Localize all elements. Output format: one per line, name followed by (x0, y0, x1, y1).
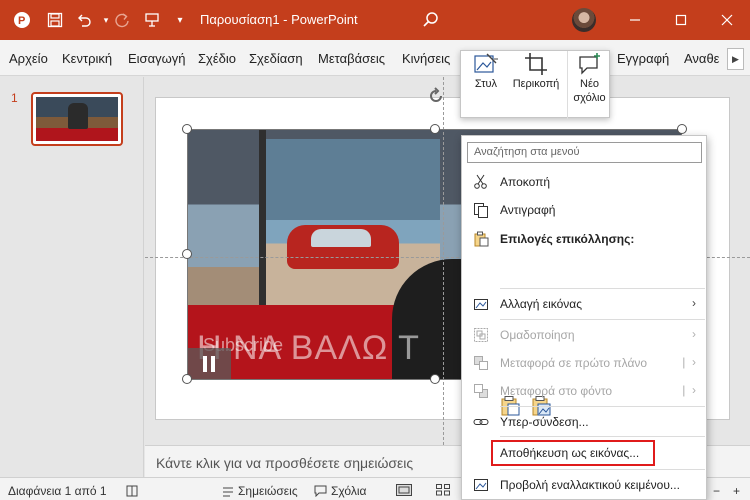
slide-info: Διαφάνεια 1 από 1 (8, 484, 107, 498)
new-comment-label-1: Νέο (580, 78, 599, 90)
paste-icon (474, 231, 489, 247)
tab-home[interactable]: Κεντρική (62, 51, 112, 66)
menu-item-alt-text-label: Προβολή εναλλακτικού κειμένου... (500, 478, 680, 492)
scissors-icon (474, 174, 487, 189)
powerpoint-logo-icon: P (8, 0, 36, 40)
redo-icon[interactable] (108, 0, 136, 40)
menu-item-bring-to-front-label: Μεταφορά σε πρώτο πλάνο (500, 356, 648, 370)
resize-handle-top-left[interactable] (182, 124, 192, 134)
style-label: Στυλ (474, 78, 498, 90)
smart-guide-vertical (443, 77, 444, 445)
group-icon (474, 328, 488, 342)
maximize-icon[interactable] (658, 0, 704, 40)
normal-view-icon[interactable] (396, 484, 412, 496)
slide-thumbnail-image (36, 97, 118, 141)
menu-item-cut[interactable]: Αποκοπή (462, 170, 706, 194)
minimize-icon[interactable] (612, 0, 658, 40)
mini-toolbar: Στυλ Περικοπή Νέο σχόλιο (460, 50, 611, 119)
menu-item-save-as-picture[interactable]: Αποθήκευση ως εικόνας... (462, 441, 706, 465)
customize-qat-icon[interactable]: ▾ (166, 0, 194, 40)
tab-animations[interactable]: Κινήσεις (402, 51, 450, 66)
window-title: Παρουσίαση1 - PowerPoint (200, 12, 358, 27)
save-icon[interactable] (41, 0, 69, 40)
chevron-right-icon: › (692, 327, 696, 341)
new-comment-icon (578, 53, 600, 75)
chevron-right-icon: | › (682, 383, 696, 397)
menu-item-copy[interactable]: Αντιγραφή (462, 198, 706, 222)
fit-slide-icon[interactable]: + (733, 484, 740, 498)
menu-item-change-picture[interactable]: Αλλαγή εικόνας › (462, 292, 706, 316)
menu-item-alt-text[interactable]: Προβολή εναλλακτικού κειμένου... (462, 473, 706, 497)
menu-item-save-as-picture-label: Αποθήκευση ως εικόνας... (500, 446, 640, 460)
slide-sorter-icon[interactable] (436, 484, 450, 496)
menu-search-input[interactable]: Αναζήτηση στα μενού (467, 142, 702, 163)
paste-options-header: Επιλογές επικόλλησης: (462, 227, 706, 251)
menu-item-group-label: Ομαδοποίηση (500, 328, 575, 342)
zoom-out-icon[interactable]: − (713, 484, 720, 498)
ribbon-tabs: Αρχείο Κεντρική Εισαγωγή Σχέδιο Σχεδίαση… (0, 40, 750, 76)
notes-placeholder[interactable]: Κάντε κλικ για να προσθέσετε σημειώσεις (156, 455, 413, 471)
title-bar: P ▾ ▾ Παρουσίαση1 - PowerPoint (0, 0, 750, 40)
menu-item-send-to-back[interactable]: Μεταφορά στο φόντο | › (462, 379, 706, 403)
send-to-back-icon (474, 384, 488, 398)
avatar[interactable] (572, 8, 596, 32)
chevron-right-icon: | › (682, 355, 696, 369)
menu-item-send-to-back-label: Μεταφορά στο φόντο (500, 384, 613, 398)
menu-item-hyperlink-label: Υπερ-σύνδεση... (500, 415, 589, 429)
menu-item-bring-to-front[interactable]: Μεταφορά σε πρώτο πλάνο | › (462, 351, 706, 375)
resize-handle-top[interactable] (430, 124, 440, 134)
tab-file[interactable]: Αρχείο (9, 51, 48, 66)
tab-draw[interactable]: Σχέδιο (198, 51, 236, 66)
chevron-right-icon: › (692, 296, 696, 310)
comments-icon (314, 485, 327, 497)
change-picture-icon (474, 299, 488, 310)
new-comment-label-2: σχόλιο (573, 92, 606, 104)
search-icon[interactable] (421, 10, 441, 30)
rotate-handle-icon[interactable] (426, 86, 446, 106)
resize-handle-bottom-left[interactable] (182, 374, 192, 384)
notes-button-label: Σημειώσεις (238, 484, 298, 498)
tab-review[interactable]: Αναθε (684, 51, 719, 66)
tab-design[interactable]: Σχεδίαση (249, 51, 303, 66)
video-pause-button[interactable] (187, 348, 231, 380)
resize-handle-bottom[interactable] (430, 374, 440, 384)
menu-item-change-picture-label: Αλλαγή εικόνας (500, 297, 583, 311)
slide-number: 1 (11, 91, 18, 105)
close-icon[interactable] (704, 0, 750, 40)
crop-button[interactable]: Περικοπή (505, 51, 567, 119)
comments-button-label: Σχόλια (331, 484, 367, 498)
menu-item-copy-label: Αντιγραφή (500, 203, 556, 217)
menu-item-group[interactable]: Ομαδοποίηση › (462, 323, 706, 347)
accessibility-icon[interactable] (125, 484, 139, 498)
tab-insert[interactable]: Εισαγωγή (128, 51, 185, 66)
picture-style-icon (474, 53, 498, 73)
context-menu: Αναζήτηση στα μενού Αποκοπή Αντιγραφή Επ… (461, 135, 707, 500)
comments-button[interactable]: Σχόλια (314, 484, 366, 498)
resize-handle-top-right[interactable] (677, 124, 687, 134)
menu-item-cut-label: Αποκοπή (500, 175, 551, 189)
bring-to-front-icon (474, 356, 488, 370)
slide-thumbnail[interactable] (31, 92, 123, 146)
paste-options-label: Επιλογές επικόλλησης: (500, 232, 635, 246)
presentation-icon[interactable] (138, 0, 166, 40)
link-icon (473, 419, 489, 425)
copy-icon (474, 203, 488, 218)
tab-record[interactable]: Εγγραφή (617, 51, 669, 66)
alt-text-icon (474, 479, 488, 491)
tabs-scroll-right-button[interactable]: ▶ (727, 48, 744, 70)
tab-transitions[interactable]: Μεταβάσεις (318, 51, 385, 66)
notes-icon (223, 487, 233, 497)
new-comment-button[interactable]: Νέο σχόλιο (567, 51, 611, 119)
svg-text:P: P (18, 15, 25, 27)
notes-button[interactable]: Σημειώσεις (222, 484, 298, 498)
crop-icon (525, 53, 547, 75)
style-button[interactable]: Στυλ (467, 51, 505, 119)
menu-item-hyperlink[interactable]: Υπερ-σύνδεση... (462, 410, 706, 434)
crop-label: Περικοπή (512, 78, 560, 90)
resize-handle-left[interactable] (182, 249, 192, 259)
